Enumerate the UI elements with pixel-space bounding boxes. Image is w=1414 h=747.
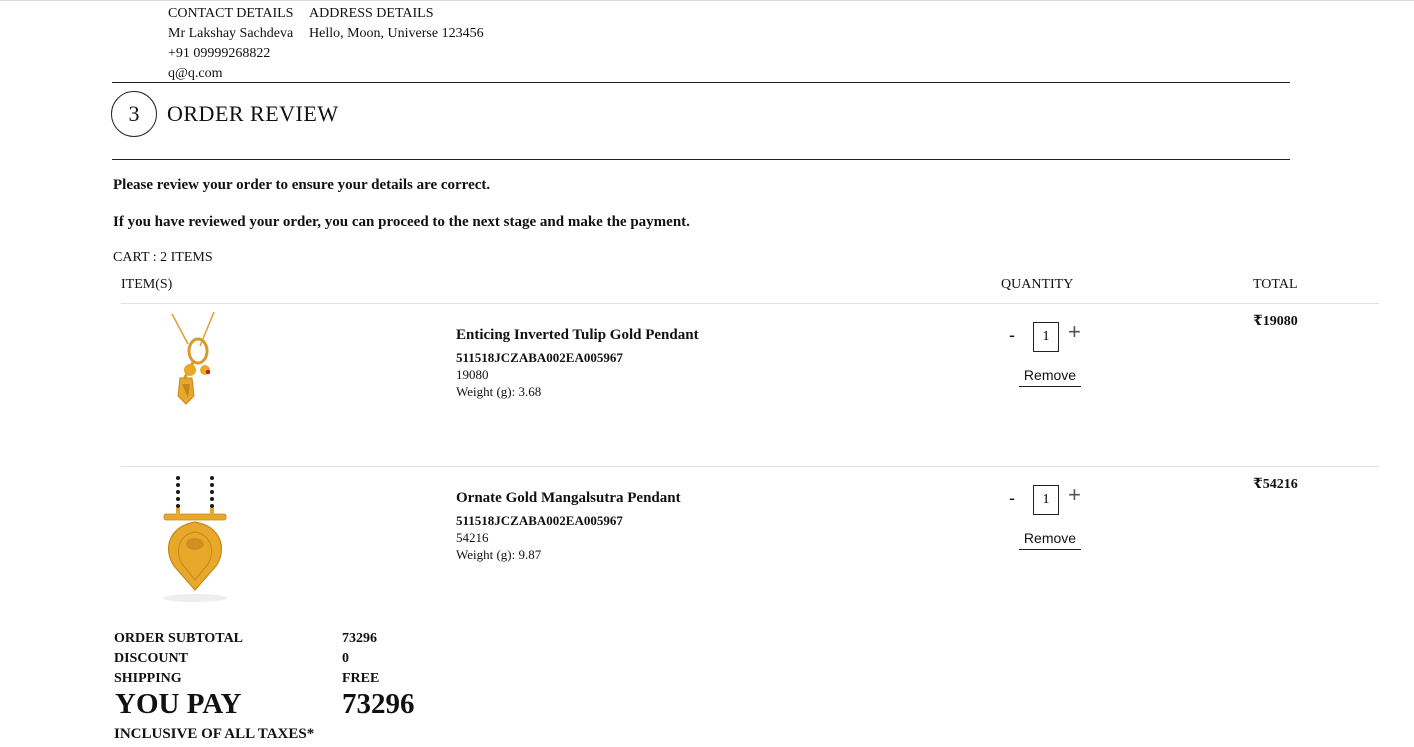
- step-number: 3: [128, 101, 140, 126]
- section-divider: [112, 159, 1290, 160]
- discount-value: 0: [342, 651, 349, 666]
- contact-details: CONTACT DETAILS Mr Lakshay Sachdeva +91 …: [168, 4, 293, 84]
- contact-email: q@q.com: [168, 66, 223, 81]
- item-weight: Weight (g): 9.87: [456, 547, 542, 562]
- row-divider: [121, 466, 1379, 467]
- quantity-input[interactable]: [1033, 322, 1059, 352]
- step-number-badge: 3: [111, 91, 157, 137]
- quantity-decrement-button[interactable]: -: [1009, 325, 1015, 346]
- review-note: Please review your order to ensure your …: [113, 177, 491, 193]
- product-image-mangalsutra-pendant[interactable]: [150, 470, 240, 602]
- subtotal-label: ORDER SUBTOTAL: [114, 631, 244, 646]
- item-weight: Weight (g): 3.68: [456, 384, 542, 399]
- tulip-pendant-image: [171, 311, 215, 405]
- proceed-note: If you have reviewed your order, you can…: [113, 214, 690, 230]
- item-name[interactable]: Enticing Inverted Tulip Gold Pendant: [456, 327, 699, 344]
- quantity-increment-button[interactable]: +: [1068, 321, 1081, 343]
- item-price: 19080: [456, 367, 489, 382]
- column-header-total: TOTAL: [1253, 277, 1298, 292]
- product-image-tulip-pendant[interactable]: [150, 306, 240, 436]
- taxes-note: INCLUSIVE OF ALL TAXES*: [114, 726, 315, 742]
- contact-name: Mr Lakshay Sachdeva: [168, 26, 294, 41]
- row-divider: [121, 303, 1379, 304]
- item-price: 54216: [456, 530, 489, 545]
- subtotal-value: 73296: [342, 631, 377, 646]
- cart-count: CART : 2 ITEMS: [113, 250, 213, 265]
- column-header-items: ITEM(S): [121, 277, 173, 292]
- line-total: ₹54216: [1253, 477, 1298, 492]
- shipping-label: SHIPPING: [114, 671, 182, 686]
- line-total: ₹19080: [1253, 314, 1298, 329]
- shipping-value: FREE: [342, 671, 380, 686]
- step-title: ORDER REVIEW: [167, 101, 339, 126]
- item-sku: 511518JCZABA002EA005967: [456, 350, 623, 365]
- item-sku: 511518JCZABA002EA005967: [456, 513, 623, 528]
- item-name[interactable]: Ornate Gold Mangalsutra Pendant: [456, 490, 681, 507]
- you-pay-value: 73296: [342, 688, 415, 720]
- contact-phone: +91 09999268822: [168, 46, 271, 61]
- remove-item-button[interactable]: Remove: [1019, 367, 1081, 387]
- section-divider: [112, 82, 1290, 83]
- quantity-increment-button[interactable]: +: [1068, 484, 1081, 506]
- address-line: Hello, Moon, Universe 123456: [309, 26, 484, 41]
- address-heading: ADDRESS DETAILS: [309, 6, 434, 21]
- contact-heading: CONTACT DETAILS: [168, 6, 294, 21]
- discount-label: DISCOUNT: [114, 651, 188, 666]
- mangalsutra-pendant-image: [163, 476, 227, 602]
- checkout-page: CONTACT DETAILS Mr Lakshay Sachdeva +91 …: [0, 0, 1414, 747]
- quantity-input[interactable]: [1033, 485, 1059, 515]
- you-pay-label: YOU PAY: [115, 688, 242, 720]
- column-header-quantity: QUANTITY: [1001, 277, 1074, 292]
- quantity-decrement-button[interactable]: -: [1009, 488, 1015, 509]
- address-details: ADDRESS DETAILS Hello, Moon, Universe 12…: [309, 4, 484, 44]
- remove-item-button[interactable]: Remove: [1019, 530, 1081, 550]
- top-divider: [0, 0, 1414, 1]
